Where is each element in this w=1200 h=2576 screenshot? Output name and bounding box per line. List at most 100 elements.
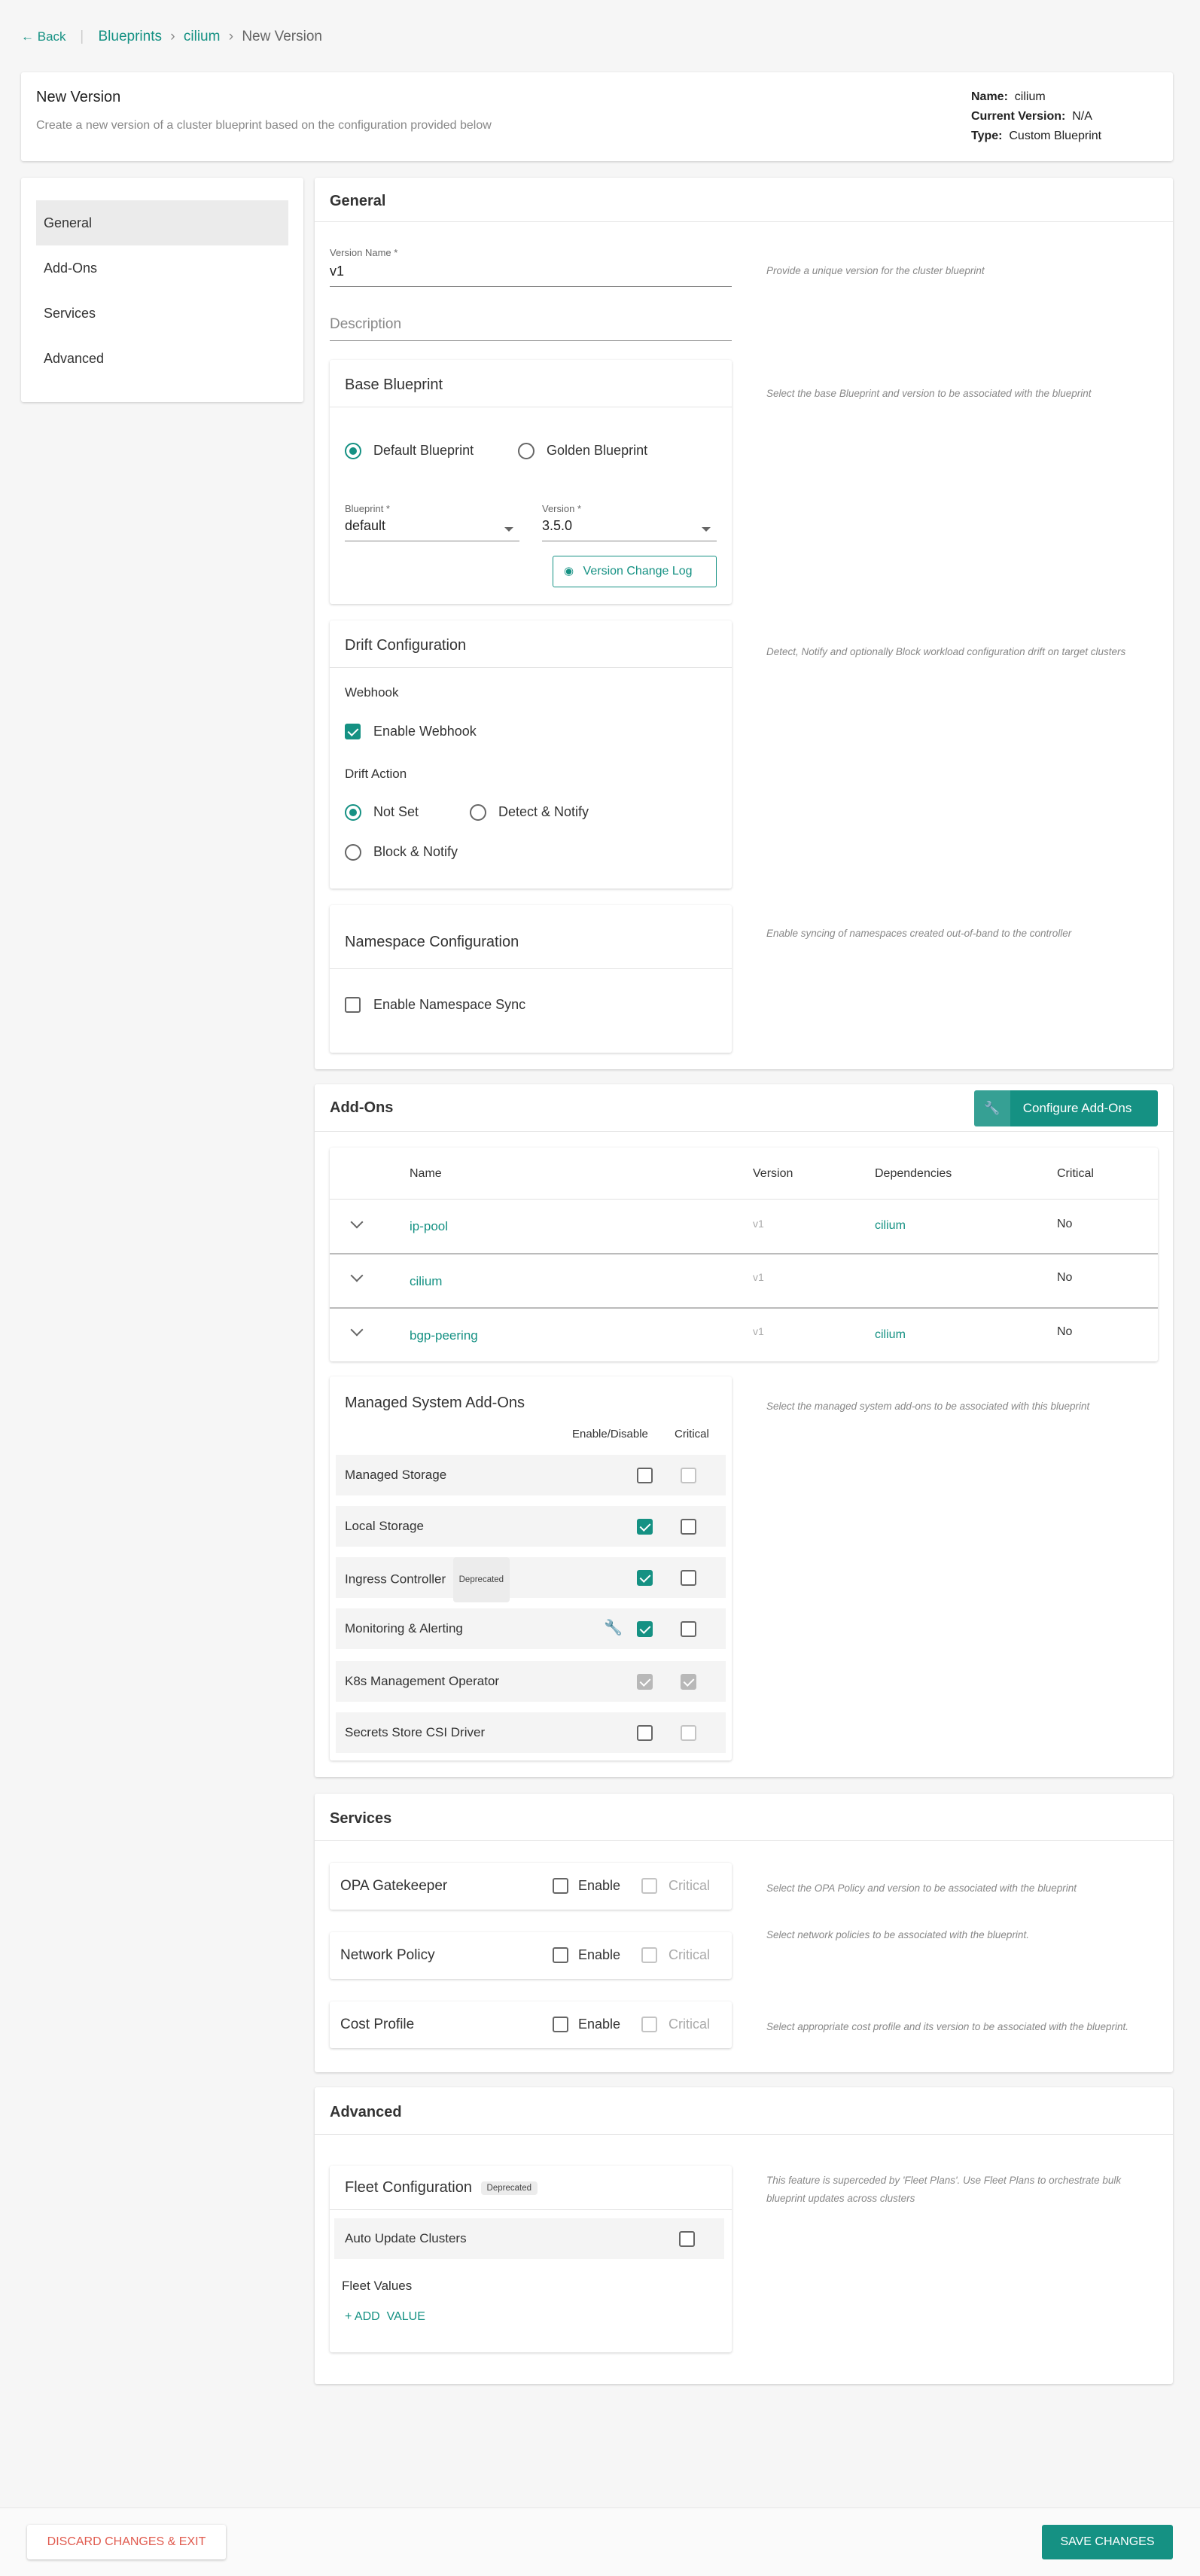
managed-addon-label: Local Storage [345,1519,424,1533]
managed-addon-name: K8s Management Operator [345,1661,499,1702]
golden-blueprint-radio[interactable] [518,443,535,459]
chevron-down-icon[interactable] [350,1323,364,1337]
addon-dependency-link[interactable]: cilium [875,1219,906,1233]
discard-changes-button[interactable]: DISCARD CHANGES & EXIT [27,2525,226,2559]
breadcrumb-cilium[interactable]: cilium [184,29,221,44]
sidebar-item-advanced[interactable]: Advanced [36,336,288,381]
version-select[interactable]: 3.5.0 [542,518,717,538]
description-input[interactable]: Description [330,316,732,337]
addon-name-link[interactable]: cilium [410,1274,442,1289]
section-divider [315,1131,1173,1132]
addon-version: v1 [753,1218,764,1230]
button-label: DISCARD CHANGES & EXIT [47,2535,206,2548]
addon-name-link[interactable]: bgp-peering [410,1328,478,1343]
service-enable-checkbox[interactable] [553,2017,568,2032]
eye-icon: ◉ [564,565,574,578]
sidebar: General Add-Ons Services Advanced [21,178,303,402]
column-header-name: Name [410,1167,442,1180]
services-section: Services OPA Gatekeeper Enable Critical … [315,1794,1173,2072]
fleet-config-title: Fleet Configuration Deprecated [345,2179,538,2196]
column-header-critical: Critical [675,1428,709,1440]
sidebar-item-addons[interactable]: Add-Ons [36,245,288,291]
section-divider [315,2134,1173,2135]
default-blueprint-radio[interactable] [345,443,361,459]
service-enable-checkbox[interactable] [553,1947,568,1963]
namespace-config-card: Namespace Configuration Enable Namespace… [330,905,732,1053]
namespace-config-hint: Enable syncing of namespaces created out… [766,928,1072,939]
base-blueprint-card: Base Blueprint Default Blueprint Golden … [330,360,732,604]
managed-addon-enable-checkbox[interactable] [637,1725,653,1741]
services-title: Services [330,1810,392,1827]
base-blueprint-title: Base Blueprint [345,376,443,393]
table-row[interactable]: bgp-peering v1 cilium No [330,1309,1158,1361]
meta-version-label: Current Version: [971,110,1066,123]
sub-divider [330,2209,732,2210]
managed-addon-enable-checkbox[interactable] [637,1621,653,1637]
addon-version: v1 [753,1271,764,1283]
version-name-input[interactable]: v1 [330,264,732,285]
managed-addon-enable-checkbox[interactable] [637,1468,653,1483]
version-change-log-button[interactable]: ◉ Version Change Log [553,556,717,587]
column-header-version: Version [753,1167,793,1180]
enable-webhook-checkbox[interactable] [345,724,361,739]
enable-namespace-sync-checkbox[interactable] [345,997,361,1013]
managed-addon-row: K8s Management Operator [336,1661,726,1702]
managed-addon-enable-checkbox[interactable] [637,1570,653,1586]
chevron-down-icon[interactable] [350,1215,364,1229]
deprecated-badge: Deprecated [452,1557,510,1602]
breadcrumb-separator: › [228,29,234,44]
managed-addons-hint: Select the managed system add-ons to be … [766,1401,1090,1412]
sidebar-item-services[interactable]: Services [36,291,288,336]
table-row[interactable]: cilium v1 No [330,1254,1158,1307]
table-row[interactable]: ip-pool v1 cilium No [330,1200,1158,1252]
button-label: SAVE CHANGES [1060,2535,1155,2548]
configure-addons-button[interactable]: 🔧 Configure Add-Ons [974,1090,1158,1126]
column-header-critical: Critical [1057,1167,1094,1180]
managed-addon-enable-checkbox[interactable] [637,1519,653,1535]
service-critical-label: Critical [669,1947,711,1962]
wrench-icon[interactable]: 🔧 [604,1618,623,1637]
service-critical-label: Critical [669,1878,711,1893]
blueprint-meta: Name: cilium Current Version: N/A Type: … [971,87,1101,146]
addon-version: v1 [753,1325,764,1337]
meta-name-value: cilium [1014,90,1046,103]
blueprint-select[interactable]: default [345,518,519,538]
addon-name-link[interactable]: ip-pool [410,1219,448,1234]
managed-addon-label: Monitoring & Alerting [345,1621,463,1636]
enable-webhook-label: Enable Webhook [373,724,477,739]
managed-addon-critical-checkbox[interactable] [681,1519,696,1535]
auto-update-checkbox[interactable] [679,2231,695,2247]
service-card-opa: OPA Gatekeeper Enable Critical [330,1863,732,1910]
drift-not-set-radio[interactable] [345,804,361,821]
managed-addon-label: K8s Management Operator [345,1674,500,1688]
drift-detect-notify-label: Detect & Notify [498,804,589,819]
drift-detect-notify-radio[interactable] [470,804,486,821]
description-underline [330,340,732,341]
managed-addon-critical-checkbox[interactable] [681,1621,696,1637]
breadcrumb-current: New Version [242,29,322,44]
breadcrumb-blueprints[interactable]: Blueprints [98,29,162,44]
add-value-button[interactable]: + ADD VALUE [345,2310,425,2324]
fleet-config-hint: This feature is superceded by 'Fleet Pla… [766,2175,1122,2204]
sub-divider [330,968,732,969]
service-enable-checkbox[interactable] [553,1878,568,1894]
breadcrumb: ← Back | Blueprints › cilium › New Versi… [21,27,322,47]
service-critical-checkbox [641,1947,657,1963]
drift-block-notify-radio[interactable] [345,844,361,861]
addon-dependency-link[interactable]: cilium [875,1328,906,1342]
breadcrumb-divider: | [80,29,84,44]
managed-addon-name: Local Storage [345,1506,424,1547]
managed-addons-title: Managed System Add-Ons [345,1395,525,1411]
meta-name-label: Name: [971,90,1008,103]
sidebar-item-general[interactable]: General [36,200,288,245]
service-enable-label: Enable [578,1947,621,1962]
managed-addon-critical-checkbox[interactable] [681,1570,696,1586]
advanced-section: Advanced Fleet Configuration Deprecated … [315,2087,1173,2384]
drift-config-hint: Detect, Notify and optionally Block work… [766,646,1126,657]
button-label: Version Change Log [583,565,693,578]
service-critical-checkbox [641,1878,657,1894]
save-changes-button[interactable]: SAVE CHANGES [1042,2525,1173,2559]
back-link[interactable]: ← Back [21,29,69,44]
addons-title: Add-Ons [330,1099,394,1116]
chevron-down-icon[interactable] [350,1269,364,1282]
